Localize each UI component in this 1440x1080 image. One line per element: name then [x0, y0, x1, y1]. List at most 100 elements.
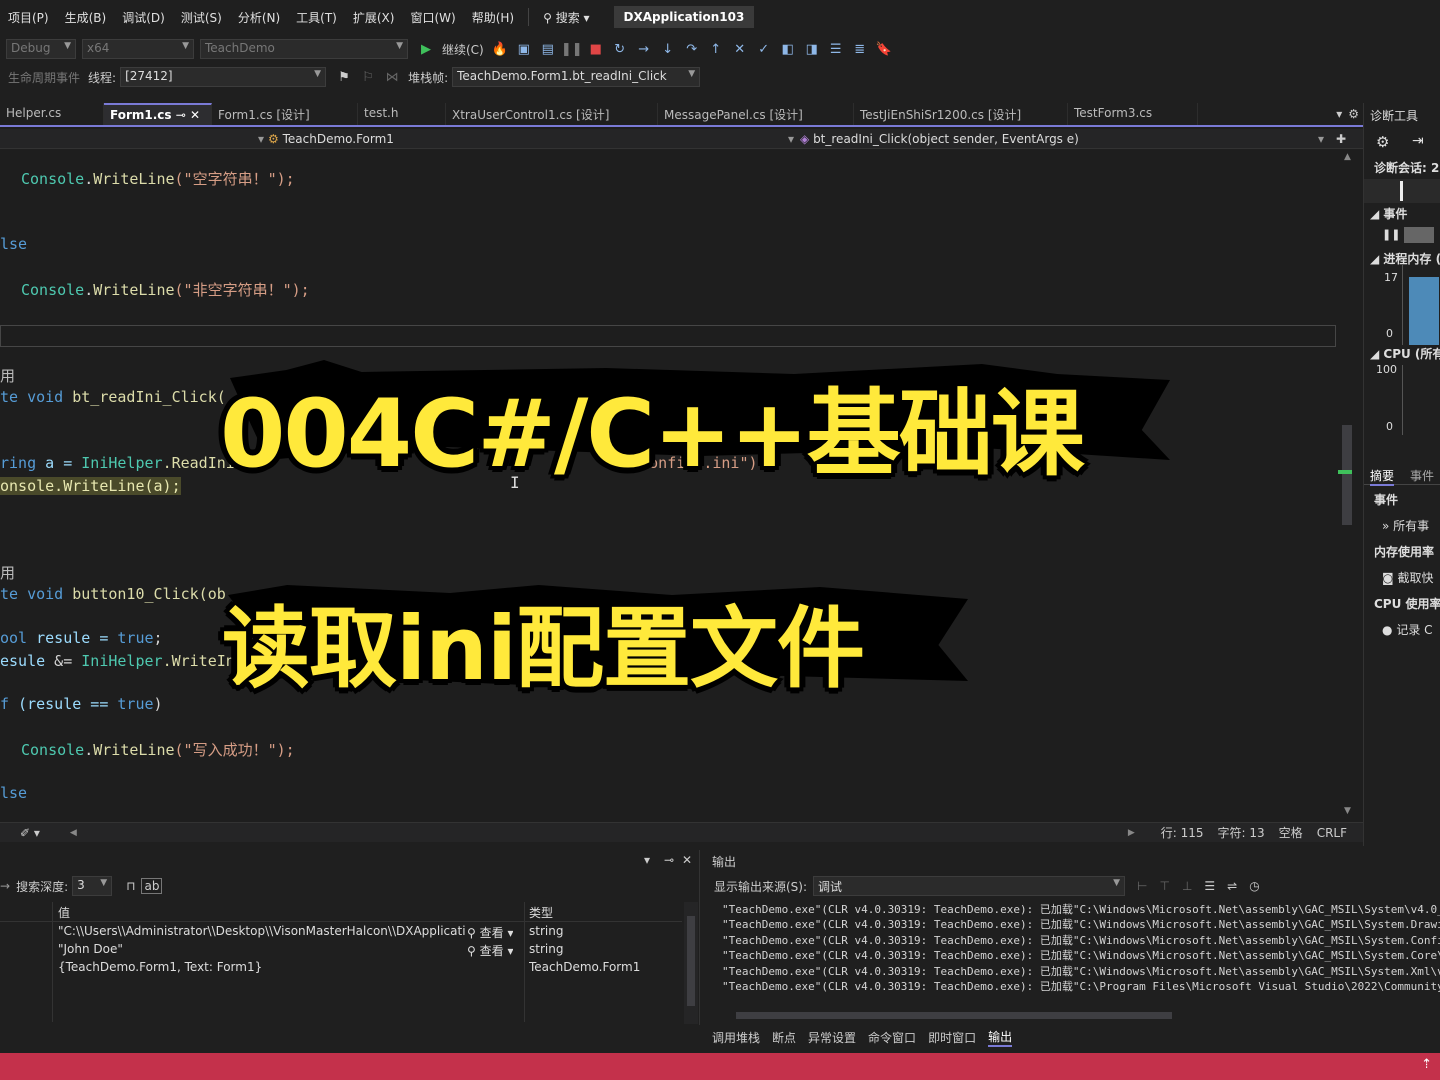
scroll-right-icon[interactable]: ▶	[1128, 828, 1135, 838]
take-snapshot-button[interactable]: ◙ 截取快	[1382, 569, 1434, 586]
tab-testjienshisr[interactable]: TestJiEnShiSr1200.cs [设计]	[854, 103, 1068, 125]
flag-icon[interactable]: ⚑	[335, 68, 353, 86]
class-nav-dropdown[interactable]: ⚙ TeachDemo.Form1 ▾	[268, 132, 800, 146]
char-indicator[interactable]: 字符: 13	[1218, 824, 1265, 841]
stop-icon[interactable]: ■	[587, 40, 605, 58]
tab-immediate-window[interactable]: 即时窗口	[928, 1029, 976, 1046]
next-message-icon[interactable]: ⊥	[1182, 879, 1192, 893]
menu-help[interactable]: 帮助(H)	[472, 9, 514, 26]
search-menu[interactable]: ⚲ 搜索 ▾	[543, 9, 589, 26]
stack-frame-combo[interactable]: TeachDemo.Form1.bt_readIni_Click ▼	[452, 67, 701, 87]
tab-call-stack[interactable]: 调用堆栈	[712, 1029, 760, 1046]
record-cpu-button[interactable]: ● 记录 C	[1382, 621, 1433, 638]
tab-testform3[interactable]: TestForm3.cs	[1068, 103, 1198, 125]
step-into-icon[interactable]: ↓	[659, 40, 677, 58]
flag-all-icon[interactable]: ⚐	[359, 68, 377, 86]
word-wrap-icon[interactable]: ⇌	[1227, 879, 1237, 893]
menu-test[interactable]: 测试(S)	[181, 9, 222, 26]
pin-all-icon[interactable]: ⊓	[126, 879, 135, 893]
thread-icon[interactable]: ◨	[803, 40, 821, 58]
table-row[interactable]: {TeachDemo.Form1, Text: Form1} TeachDemo…	[0, 959, 682, 977]
hex-display-icon[interactable]: ab	[141, 878, 163, 894]
whitespace-indicator[interactable]: 空格	[1279, 824, 1303, 841]
panel-dropdown-icon[interactable]: ▾	[644, 853, 650, 867]
config-combo[interactable]: Debug ▼	[6, 39, 76, 59]
pause-icon[interactable]: ❚❚	[1382, 228, 1400, 241]
tab-helper[interactable]: Helper.cs	[0, 103, 104, 125]
line-indicator[interactable]: 行: 115	[1161, 824, 1204, 841]
publish-arrow-icon[interactable]: ⇡	[1421, 1057, 1432, 1072]
pin-icon[interactable]: ⊸	[664, 853, 674, 867]
bookmark-icon[interactable]: 🔖	[875, 40, 893, 58]
tab-form1-design[interactable]: Form1.cs [设计]	[212, 103, 358, 125]
show-next-icon[interactable]: →	[635, 40, 653, 58]
filter-icon[interactable]: ⋈	[383, 68, 401, 86]
menu-build[interactable]: 生成(B)	[65, 9, 107, 26]
project-combo[interactable]: TeachDemo ▼	[200, 39, 408, 59]
scroll-up-icon[interactable]: ▲	[1344, 152, 1351, 162]
tab-form1-cs[interactable]: Form1.cs ⊸ ✕	[104, 103, 212, 125]
menu-window[interactable]: 窗口(W)	[410, 9, 455, 26]
indent-icon[interactable]: ☰	[827, 40, 845, 58]
open-folder-icon[interactable]: ▣	[515, 40, 533, 58]
step-out-icon[interactable]: ↑	[707, 40, 725, 58]
search-depth-combo[interactable]: 3 ▼	[72, 876, 113, 896]
close-icon[interactable]: ✕	[190, 108, 200, 122]
menu-analyze[interactable]: 分析(N)	[238, 9, 280, 26]
tab-test-h[interactable]: test.h	[358, 103, 446, 125]
save-icon[interactable]: ▤	[539, 40, 557, 58]
timestamp-icon[interactable]: ◷	[1249, 879, 1259, 893]
table-row[interactable]: "John Doe" ⚲ 查看 ▾ string	[0, 941, 682, 959]
close-icon[interactable]: ✕	[682, 853, 692, 867]
pause-icon[interactable]: ❚❚	[561, 40, 583, 58]
hot-reload-icon[interactable]: 🔥	[491, 40, 509, 58]
menu-tools[interactable]: 工具(T)	[296, 9, 337, 26]
breakpoint-icon[interactable]: ◧	[779, 40, 797, 58]
clear-all-icon[interactable]: ☰	[1204, 879, 1215, 893]
tab-output[interactable]: 输出	[988, 1028, 1013, 1047]
eol-indicator[interactable]: CRLF	[1317, 826, 1347, 840]
tab-events[interactable]: 事件	[1410, 467, 1434, 484]
code-cleanup-icon[interactable]: ✐ ▾	[20, 826, 40, 840]
locals-scrollbar[interactable]	[684, 902, 698, 1024]
member-nav-dropdown[interactable]: ◈ bt_readIni_Click(object sender, EventA…	[800, 132, 1330, 146]
step-over-icon[interactable]: ↷	[683, 40, 701, 58]
all-events-link[interactable]: » 所有事	[1382, 517, 1429, 534]
scrollbar-thumb[interactable]	[1342, 425, 1352, 525]
export-icon[interactable]: ⇥	[1412, 133, 1424, 149]
pin-icon[interactable]: ⊸	[176, 108, 186, 122]
hex-icon[interactable]: ✕	[731, 40, 749, 58]
tab-exception-settings[interactable]: 异常设置	[808, 1029, 856, 1046]
thread-combo[interactable]: [27412] ▼	[120, 67, 327, 87]
table-row[interactable]: "C:\\Users\\Administrator\\Desktop\\Viso…	[0, 923, 682, 941]
lifecycle-events[interactable]: 生命周期事件	[8, 69, 80, 86]
tab-command-window[interactable]: 命令窗口	[868, 1029, 916, 1046]
tab-breakpoints[interactable]: 断点	[772, 1029, 796, 1046]
restart-icon[interactable]: ↻	[611, 40, 629, 58]
play-icon[interactable]: ▶	[417, 40, 435, 58]
spell-icon[interactable]: ✓	[755, 40, 773, 58]
continue-button[interactable]: 继续(C)	[442, 41, 484, 58]
platform-combo[interactable]: x64 ▼	[82, 39, 194, 59]
scroll-left-icon[interactable]: ◀	[70, 828, 77, 838]
col-type[interactable]: 类型	[529, 904, 553, 921]
menu-extensions[interactable]: 扩展(X)	[353, 9, 395, 26]
timeline-ruler[interactable]	[1364, 179, 1440, 203]
tab-summary[interactable]: 摘要	[1370, 467, 1395, 486]
menu-debug[interactable]: 调试(D)	[122, 9, 165, 26]
output-source-combo[interactable]: 调试 ▼	[813, 876, 1126, 896]
tab-messagepanel[interactable]: MessagePanel.cs [设计]	[658, 103, 854, 125]
editor-vertical-scrollbar[interactable]: ▲ ▼	[1338, 150, 1363, 822]
settings-icon[interactable]: ⚙	[1348, 107, 1359, 121]
split-icon[interactable]: ✚	[1336, 132, 1346, 146]
col-value[interactable]: 值	[58, 904, 70, 921]
tab-xtrausercontrol[interactable]: XtraUserControl1.cs [设计]	[446, 103, 658, 125]
comment-icon[interactable]: ≣	[851, 40, 869, 58]
view-button[interactable]: ⚲ 查看 ▾	[467, 942, 513, 959]
view-button[interactable]: ⚲ 查看 ▾	[467, 924, 513, 941]
scroll-down-icon[interactable]: ▼	[1344, 806, 1351, 816]
project-nav-dropdown[interactable]: ▾	[0, 132, 268, 146]
gear-icon[interactable]: ⚙	[1376, 133, 1389, 151]
menu-project[interactable]: 项目(P)	[8, 9, 49, 26]
prev-message-icon[interactable]: ⊤	[1159, 879, 1169, 893]
